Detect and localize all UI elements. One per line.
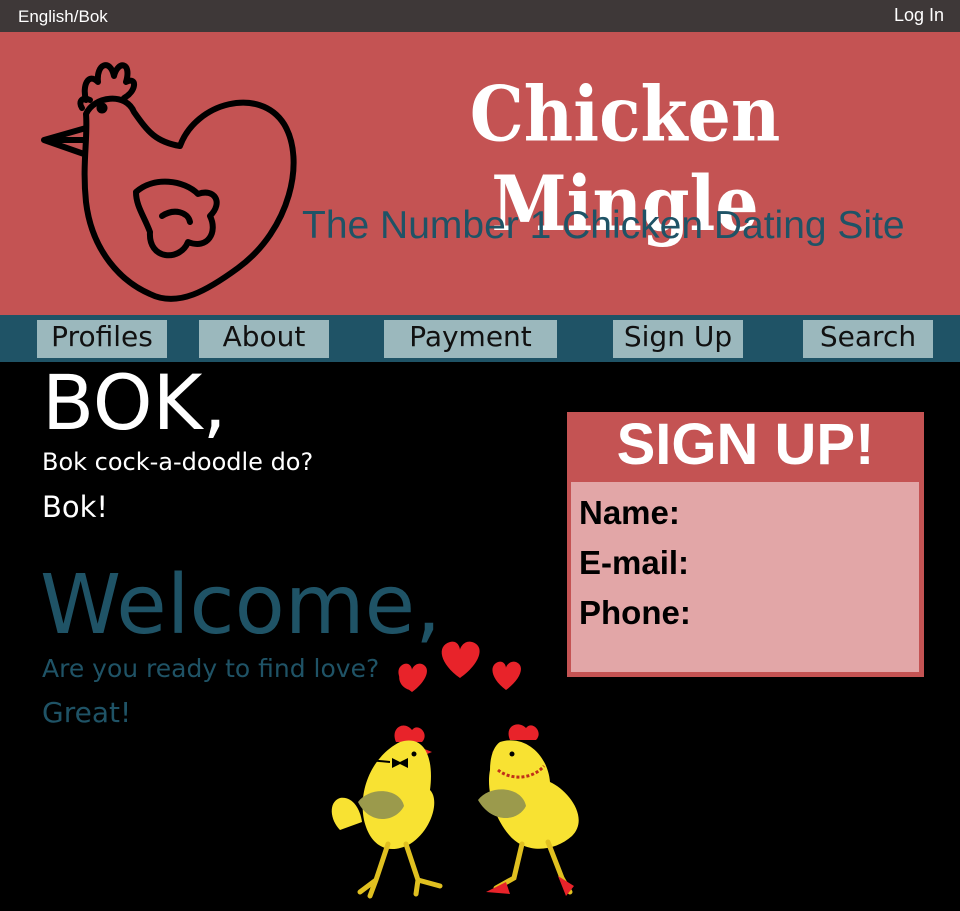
chicken-left-icon [331,725,443,899]
site-header: Chicken Mingle The Number 1 Chicken Dati… [0,32,960,315]
nav-item-sign-up[interactable]: Sign Up [613,320,743,358]
heart-icon [441,641,480,678]
chicken-heart-logo-icon[interactable] [38,42,308,312]
signup-title[interactable]: SIGN UP! [567,412,924,478]
chicken-couple-illustration [331,641,579,899]
top-bar: English/Bok Log In [0,0,960,32]
main-nav: Profiles About Payment Sign Up Search [0,315,960,362]
site-tagline: The Number 1 Chicken Dating Site [302,204,905,247]
name-field[interactable]: Name: [579,494,680,532]
nav-item-about[interactable]: About [199,320,329,358]
login-link[interactable]: Log In [894,5,944,26]
welcome-answer: Great! [42,696,132,729]
signup-form: Name: E-mail: Phone: [571,482,919,672]
nav-item-search[interactable]: Search [803,320,933,358]
phone-field[interactable]: Phone: [579,594,691,632]
chicken-right-icon [478,724,579,896]
language-toggle[interactable]: English/Bok [18,7,108,27]
nav-item-profiles[interactable]: Profiles [37,320,167,358]
email-field[interactable]: E-mail: [579,544,689,582]
nav-item-payment[interactable]: Payment [384,320,557,358]
heart-icon [492,661,521,690]
heart-icon [398,663,427,692]
intro-heading: BOK, [42,358,227,447]
intro-line-2: Bok! [42,490,109,524]
intro-line-1: Bok cock-a-doodle do? [42,448,314,476]
signup-panel: SIGN UP! Name: E-mail: Phone: [567,412,924,677]
